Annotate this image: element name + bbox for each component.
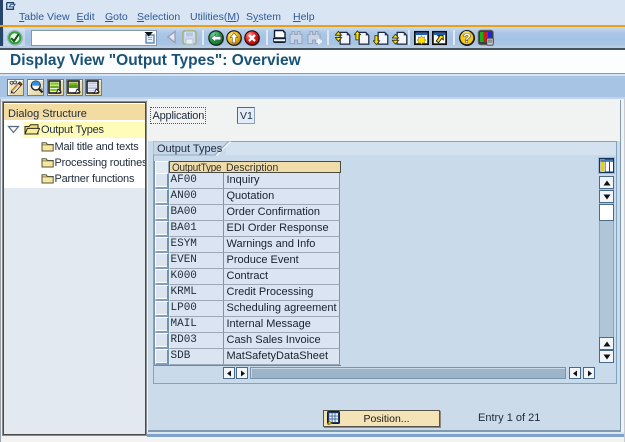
svg-text:?: ?: [463, 31, 471, 46]
